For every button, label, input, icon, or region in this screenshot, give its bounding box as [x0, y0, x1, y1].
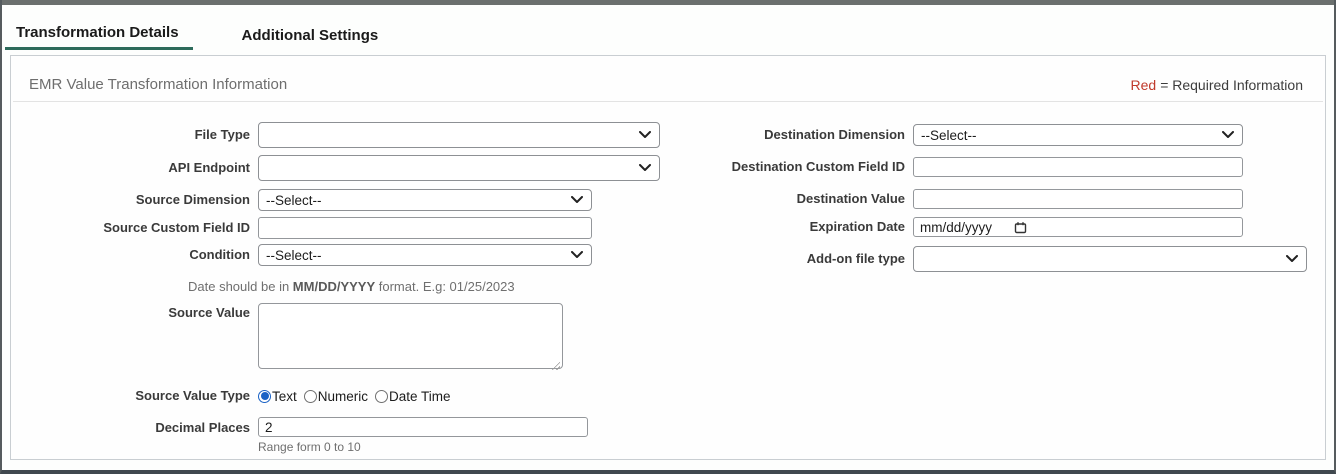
condition-value: --Select--: [266, 248, 322, 263]
file-type-select[interactable]: [258, 122, 660, 148]
source-dimension-label: Source Dimension: [13, 192, 258, 208]
expiration-date-placeholder: mm/dd/yyyy: [920, 220, 992, 235]
source-value-textarea[interactable]: [258, 303, 563, 369]
field-row-expiration-date: Expiration Date mm/dd/yyyy: [713, 217, 1307, 237]
legend-text: = Required Information: [1160, 77, 1303, 93]
form-column-right: Destination Dimension --Select-- Destina…: [713, 124, 1307, 272]
source-custom-field-id-input[interactable]: [258, 217, 592, 239]
field-row-api-endpoint: API Endpoint: [13, 155, 660, 181]
source-value-textarea-wrap: [258, 303, 563, 374]
required-legend: Red= Required Information: [1131, 77, 1304, 93]
radio-selected-icon: [258, 390, 271, 403]
radio-numeric[interactable]: Numeric: [304, 389, 368, 404]
chevron-down-icon: [571, 251, 583, 259]
panel-header: EMR Value Transformation Information Red…: [13, 56, 1323, 102]
radio-date-time[interactable]: Date Time: [375, 389, 451, 404]
destination-custom-field-id-label: Destination Custom Field ID: [713, 159, 913, 175]
app-window: Transformation Details Additional Settin…: [0, 0, 1336, 474]
field-row-decimal-places: Decimal Places Range form 0 to 10: [13, 417, 660, 454]
radio-numeric-label: Numeric: [318, 389, 368, 404]
chevron-down-icon: [1222, 131, 1234, 139]
emr-transformation-panel: EMR Value Transformation Information Red…: [10, 55, 1326, 460]
radio-text-label: Text: [272, 389, 297, 404]
destination-dimension-select[interactable]: --Select--: [913, 124, 1243, 146]
condition-select[interactable]: --Select--: [258, 244, 592, 266]
radio-unselected-icon: [304, 390, 317, 403]
radio-date-time-label: Date Time: [389, 389, 451, 404]
date-format-hint: Date should be in MM/DD/YYYY format. E.g…: [188, 279, 660, 294]
source-custom-field-id-label: Source Custom Field ID: [13, 220, 258, 236]
panel-title: EMR Value Transformation Information: [29, 76, 287, 93]
legend-red-word: Red: [1131, 77, 1157, 93]
form-column-left: File Type API Endpoint: [13, 122, 660, 454]
api-endpoint-select[interactable]: [258, 155, 660, 181]
field-row-source-dimension: Source Dimension --Select--: [13, 189, 660, 211]
field-row-source-value: Source Value: [13, 303, 660, 374]
date-hint-format: MM/DD/YYYY: [293, 279, 375, 294]
field-row-file-type: File Type: [13, 122, 660, 148]
chevron-down-icon: [571, 196, 583, 204]
top-bar: [2, 0, 1334, 5]
chevron-down-icon: [1286, 255, 1298, 263]
field-row-condition: Condition --Select--: [13, 244, 660, 266]
chevron-down-icon: [639, 131, 651, 139]
decimal-places-hint: Range form 0 to 10: [258, 440, 588, 454]
field-row-destination-custom-field-id: Destination Custom Field ID: [713, 157, 1307, 177]
condition-label: Condition: [13, 247, 258, 263]
tab-bar: Transformation Details Additional Settin…: [5, 20, 392, 50]
source-value-label: Source Value: [13, 303, 258, 321]
decimal-places-label: Decimal Places: [13, 417, 258, 436]
source-dimension-value: --Select--: [266, 193, 322, 208]
source-dimension-select[interactable]: --Select--: [258, 189, 592, 211]
date-hint-prefix: Date should be in: [188, 279, 293, 294]
calendar-icon[interactable]: [1014, 221, 1027, 234]
field-row-destination-value: Destination Value: [713, 189, 1307, 209]
radio-text[interactable]: Text: [258, 389, 297, 404]
tab-additional-settings[interactable]: Additional Settings: [231, 23, 393, 50]
date-hint-suffix: format. E.g: 01/25/2023: [375, 279, 514, 294]
field-row-source-custom-field-id: Source Custom Field ID: [13, 217, 660, 239]
api-endpoint-label: API Endpoint: [13, 160, 258, 176]
field-row-addon-file-type: Add-on file type: [713, 246, 1307, 272]
destination-value-label: Destination Value: [713, 191, 913, 207]
addon-file-type-select[interactable]: [913, 246, 1307, 272]
decimal-places-input[interactable]: [258, 417, 588, 437]
expiration-date-input[interactable]: mm/dd/yyyy: [913, 217, 1243, 237]
expiration-date-label: Expiration Date: [713, 219, 913, 235]
source-value-type-radios: Text Numeric Date Time: [258, 389, 458, 404]
field-row-destination-dimension: Destination Dimension --Select--: [713, 124, 1307, 146]
file-type-label: File Type: [13, 127, 258, 143]
field-row-source-value-type: Source Value Type Text Numeric Date T: [13, 388, 660, 404]
decimal-places-stack: Range form 0 to 10: [258, 417, 588, 454]
destination-value-input[interactable]: [913, 189, 1243, 209]
source-value-type-label: Source Value Type: [13, 388, 258, 404]
destination-custom-field-id-input[interactable]: [913, 157, 1243, 177]
addon-file-type-label: Add-on file type: [713, 251, 913, 267]
radio-unselected-icon: [375, 390, 388, 403]
chevron-down-icon: [639, 164, 651, 172]
destination-dimension-label: Destination Dimension: [713, 127, 913, 143]
tab-transformation-details[interactable]: Transformation Details: [5, 20, 193, 50]
destination-dimension-value: --Select--: [921, 128, 977, 143]
